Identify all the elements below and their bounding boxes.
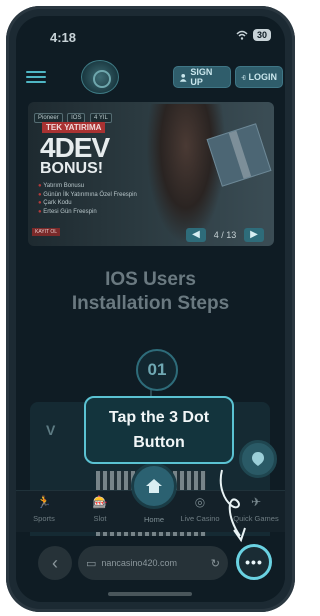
banner-model-image (146, 104, 226, 244)
banner-list-item: Ertesi Gün Freespin (38, 208, 137, 217)
banner-list-item: Çark Kodu (38, 199, 137, 208)
login-icon (241, 74, 246, 80)
home-indicator (108, 592, 192, 596)
back-icon[interactable]: ‹ (38, 546, 72, 580)
tabs-icon[interactable]: ▭ (86, 557, 96, 570)
sign-up-button[interactable]: SIGN UP (173, 66, 231, 88)
battery-icon: 30 (252, 29, 271, 41)
pointer-arrow-icon (219, 469, 246, 543)
site-logo[interactable] (81, 60, 119, 94)
tooltip-line: Tap the 3 Dot (108, 409, 210, 426)
banner-page-count: 4 / 13 (213, 230, 237, 240)
phone-frame: 4:18 30 SIGN UP LOGIN Pioneer IOS 4 YIL (6, 6, 295, 612)
chat-bubble-icon (252, 452, 264, 466)
site-header: SIGN UP LOGIN (16, 60, 285, 100)
banner-cta[interactable]: KAYIT OL (32, 228, 61, 236)
promo-banner[interactable]: Pioneer IOS 4 YIL TEK YATIRIMA 4DEV BONU… (28, 102, 274, 246)
hamburger-menu-icon[interactable] (26, 68, 46, 86)
arrow-left-icon[interactable]: ◀ (186, 228, 206, 242)
reload-icon[interactable]: ↻ (211, 557, 220, 570)
screen: 4:18 30 SIGN UP LOGIN Pioneer IOS 4 YIL (16, 16, 285, 602)
step-card-text: V (46, 422, 56, 438)
banner-headline-sub: BONUS! (40, 160, 104, 177)
banner-pager: ◀ 4 / 13 ▶ (186, 228, 264, 242)
status-bar: 4:18 30 (16, 16, 285, 52)
login-label: LOGIN (248, 72, 278, 82)
nav-item-slot[interactable]: 🎰 Slot (76, 495, 124, 523)
banner-list-item: Yatırım Bonusu (38, 182, 137, 191)
nav-home-label: Home (143, 515, 164, 524)
running-icon: 🏃 (36, 495, 52, 509)
home-icon (146, 479, 162, 493)
tooltip-line: Button (133, 434, 185, 451)
banner-list: Yatırım Bonusu Günün İlk Yatırımına Özel… (38, 182, 137, 216)
nav-item-sports[interactable]: 🏃 Sports (20, 495, 68, 523)
nav-item-home[interactable] (131, 463, 177, 509)
banner-list-item: Günün İlk Yatırımına Özel Freespin (38, 191, 137, 200)
user-icon (179, 73, 187, 82)
status-time: 4:18 (50, 30, 77, 45)
page-title: IOS Users Installation Steps (71, 269, 230, 314)
arrow-right-icon[interactable]: ▶ (244, 228, 264, 242)
sign-up-label: SIGN UP (190, 67, 213, 87)
instruction-tooltip: Tap the 3 Dot Button (84, 396, 234, 464)
login-button[interactable]: LOGIN (235, 66, 283, 88)
wifi-icon (236, 30, 248, 40)
url-text: nancasino420.com (101, 558, 177, 568)
slot-machine-icon: 🎰 (92, 495, 108, 509)
step-number-badge: 01 (136, 349, 178, 391)
